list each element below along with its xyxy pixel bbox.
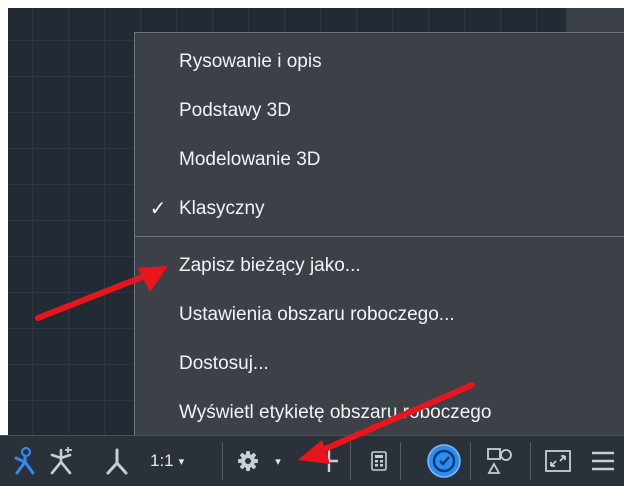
menu-item-podstawy-3d[interactable]: Podstawy 3D bbox=[135, 90, 624, 132]
menu-item-customize[interactable]: Dostosuj... bbox=[135, 343, 624, 385]
statusbar-divider bbox=[222, 442, 223, 480]
menu-item-label: Podstawy 3D bbox=[179, 100, 291, 121]
plus-icon[interactable] bbox=[314, 436, 344, 486]
chevron-down-icon: ▾ bbox=[178, 455, 185, 468]
menu-separator bbox=[135, 236, 624, 237]
menu-item-display-workspace-label[interactable]: Wyświetl etykietę obszaru roboczego bbox=[135, 392, 624, 434]
graphics-performance-icon[interactable] bbox=[424, 436, 464, 486]
menu-item-label: Zapisz bieżący jako... bbox=[179, 255, 361, 276]
chevron-down-icon: ▾ bbox=[275, 455, 281, 468]
statusbar-divider bbox=[350, 442, 351, 480]
menu-item-modelowanie-3d[interactable]: Modelowanie 3D bbox=[135, 139, 624, 181]
menu-item-label: Ustawienia obszaru roboczego... bbox=[179, 304, 455, 325]
menu-item-label: Dostosuj... bbox=[179, 353, 269, 374]
statusbar-divider bbox=[470, 442, 471, 480]
workspace-dropdown-caret[interactable]: ▾ bbox=[268, 436, 288, 486]
customize-menu-icon[interactable] bbox=[586, 436, 620, 486]
menu-item-label: Klasyczny bbox=[179, 198, 265, 219]
menu-item-label: Rysowanie i opis bbox=[179, 51, 322, 72]
annotation-visibility-icon[interactable] bbox=[10, 436, 40, 486]
checkmark-icon: ✓ bbox=[149, 198, 167, 220]
isolate-objects-icon[interactable] bbox=[480, 436, 520, 486]
status-bar: 1:1 ▾ ▾ bbox=[0, 435, 624, 485]
annotation-scale-value: 1:1 bbox=[150, 451, 174, 470]
menu-item-klasyczny[interactable]: ✓ Klasyczny bbox=[135, 188, 624, 230]
statusbar-divider bbox=[530, 442, 531, 480]
fullscreen-icon[interactable] bbox=[540, 436, 576, 486]
menu-item-label: Wyświetl etykietę obszaru roboczego bbox=[179, 402, 492, 423]
menu-item-label: Modelowanie 3D bbox=[179, 149, 321, 170]
calculator-icon[interactable] bbox=[364, 436, 394, 486]
workspace-gear-icon[interactable] bbox=[232, 436, 264, 486]
annotation-scale-icon[interactable] bbox=[102, 436, 132, 486]
auto-scale-icon[interactable] bbox=[46, 436, 76, 486]
statusbar-divider bbox=[400, 442, 401, 480]
window-left-edge bbox=[0, 0, 8, 485]
menu-item-workspace-settings[interactable]: Ustawienia obszaru roboczego... bbox=[135, 294, 624, 336]
window-top-edge bbox=[0, 0, 624, 8]
workspace-switching-menu: Rysowanie i opis Podstawy 3D Modelowanie… bbox=[134, 32, 624, 435]
menu-item-save-current-as[interactable]: Zapisz bieżący jako... bbox=[135, 245, 624, 287]
annotation-scale-dropdown[interactable]: 1:1 ▾ bbox=[150, 436, 220, 486]
menu-item-rysowanie-i-opis[interactable]: Rysowanie i opis bbox=[135, 41, 624, 83]
